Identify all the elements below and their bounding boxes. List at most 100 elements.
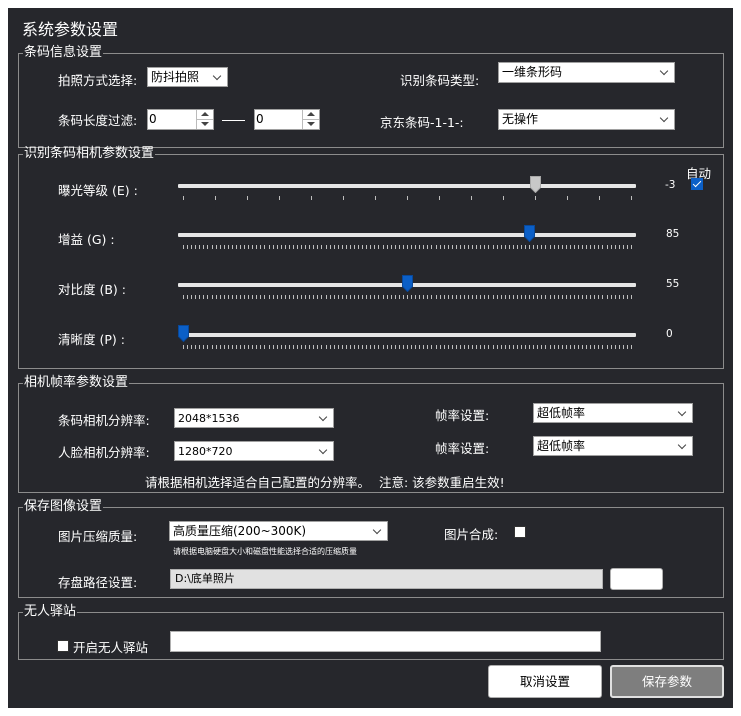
slider-tick	[370, 295, 371, 299]
slider-tick	[535, 196, 536, 200]
slider-tick	[187, 345, 188, 349]
slider-tick	[224, 295, 225, 299]
slider-tick	[269, 245, 270, 249]
slider-tick	[570, 295, 571, 299]
fps-select-2[interactable]: 超低帧率	[533, 436, 693, 456]
slider-tick	[586, 245, 587, 249]
barcode-type-select[interactable]: 一维条形码	[498, 62, 675, 83]
barcode-info-legend: 条码信息设置	[24, 45, 103, 60]
stepper-up-icon[interactable]	[303, 110, 319, 120]
stepper-up-icon[interactable]	[197, 110, 213, 120]
slider-thumb[interactable]	[530, 176, 541, 193]
slider-tick	[423, 245, 424, 249]
save-path-field[interactable]: D:\底单照片	[170, 569, 603, 589]
slider-tick	[256, 295, 257, 299]
slider-thumb[interactable]	[524, 225, 535, 242]
slider-tick	[611, 345, 612, 349]
browse-button[interactable]	[610, 568, 663, 590]
slider-tick	[619, 295, 620, 299]
compose-checkbox[interactable]	[514, 526, 526, 538]
fps-select-1[interactable]: 超低帧率	[533, 403, 693, 423]
slider-tick	[281, 345, 282, 349]
slider-tick	[525, 295, 526, 299]
length-max-value: 0	[256, 112, 264, 126]
slider-tick	[452, 345, 453, 349]
slider-tick	[562, 295, 563, 299]
slider-tick	[570, 345, 571, 349]
slider-tick	[436, 295, 437, 299]
slider-tick	[346, 345, 347, 349]
slider-tick	[611, 245, 612, 249]
slider-tick	[216, 295, 217, 299]
slider-tick	[207, 245, 208, 249]
save-image-legend: 保存图像设置	[24, 499, 103, 514]
cancel-button[interactable]: 取消设置	[488, 665, 602, 698]
slider-ticks	[183, 345, 632, 350]
unmanned-enable-checkbox[interactable]	[57, 640, 69, 652]
slider-tick	[326, 245, 327, 249]
face-resolution-select[interactable]: 1280*720	[174, 441, 334, 461]
fps-label-1: 帧率设置:	[435, 408, 490, 423]
camera-params-legend: 识别条码相机参数设置	[24, 146, 155, 161]
frame-rate-group: 相机帧率参数设置	[18, 376, 724, 493]
unmanned-enable-label: 开启无人驿站	[73, 640, 149, 655]
slider-thumb[interactable]	[178, 325, 189, 342]
slider-tick	[440, 245, 441, 249]
slider-tick	[460, 345, 461, 349]
stepper-down-icon[interactable]	[303, 120, 319, 130]
slider-track[interactable]	[178, 184, 636, 188]
jd-barcode-select[interactable]: 无操作	[498, 109, 675, 130]
slider-tick	[203, 295, 204, 299]
slider-tick	[619, 245, 620, 249]
slider-tick	[378, 345, 379, 349]
slider-tick	[631, 245, 632, 249]
length-min-stepper[interactable]: 0	[147, 109, 214, 130]
slider-tick	[326, 295, 327, 299]
barcode-resolution-select[interactable]: 2048*1536	[174, 408, 334, 428]
slider-tick	[191, 295, 192, 299]
quality-select[interactable]: 高质量压缩(200~300K)	[169, 521, 388, 541]
slider-tick	[183, 196, 184, 200]
capture-mode-label: 拍照方式选择:	[58, 73, 138, 88]
slider-track[interactable]	[178, 233, 636, 237]
slider-tick	[199, 295, 200, 299]
slider-tick	[488, 245, 489, 249]
slider-tick	[264, 345, 265, 349]
slider-tick	[578, 345, 579, 349]
slider-tick	[236, 245, 237, 249]
length-min-value: 0	[149, 112, 157, 126]
slider-tick	[285, 245, 286, 249]
capture-mode-select[interactable]: 防抖拍照	[147, 67, 228, 87]
slider-tick	[497, 345, 498, 349]
slider-tick	[545, 345, 546, 349]
slider-tick	[309, 345, 310, 349]
slider-tick	[236, 295, 237, 299]
slider-tick	[346, 295, 347, 299]
slider-tick	[509, 345, 510, 349]
slider-tick	[550, 345, 551, 349]
slider-thumb[interactable]	[402, 275, 413, 292]
slider-tick	[293, 295, 294, 299]
slider-value: 0	[666, 328, 673, 340]
slider-tick	[338, 295, 339, 299]
length-max-stepper[interactable]: 0	[254, 109, 320, 130]
slider-tick	[602, 295, 603, 299]
slider-tick	[411, 295, 412, 299]
slider-tick	[627, 345, 628, 349]
slider-tick	[554, 345, 555, 349]
auto-checkbox[interactable]	[691, 178, 703, 190]
slider-tick	[212, 245, 213, 249]
slider-tick	[598, 345, 599, 349]
slider-tick	[488, 345, 489, 349]
slider-tick	[244, 345, 245, 349]
slider-track[interactable]	[178, 333, 636, 337]
slider-value: 85	[666, 228, 680, 240]
slider-tick	[545, 245, 546, 249]
slider-tick	[476, 295, 477, 299]
stepper-down-icon[interactable]	[197, 120, 213, 130]
slider-tick	[460, 245, 461, 249]
unmanned-station-field[interactable]	[170, 631, 601, 652]
slider-tick	[541, 245, 542, 249]
save-button[interactable]: 保存参数	[610, 665, 724, 698]
slider-tick	[354, 245, 355, 249]
